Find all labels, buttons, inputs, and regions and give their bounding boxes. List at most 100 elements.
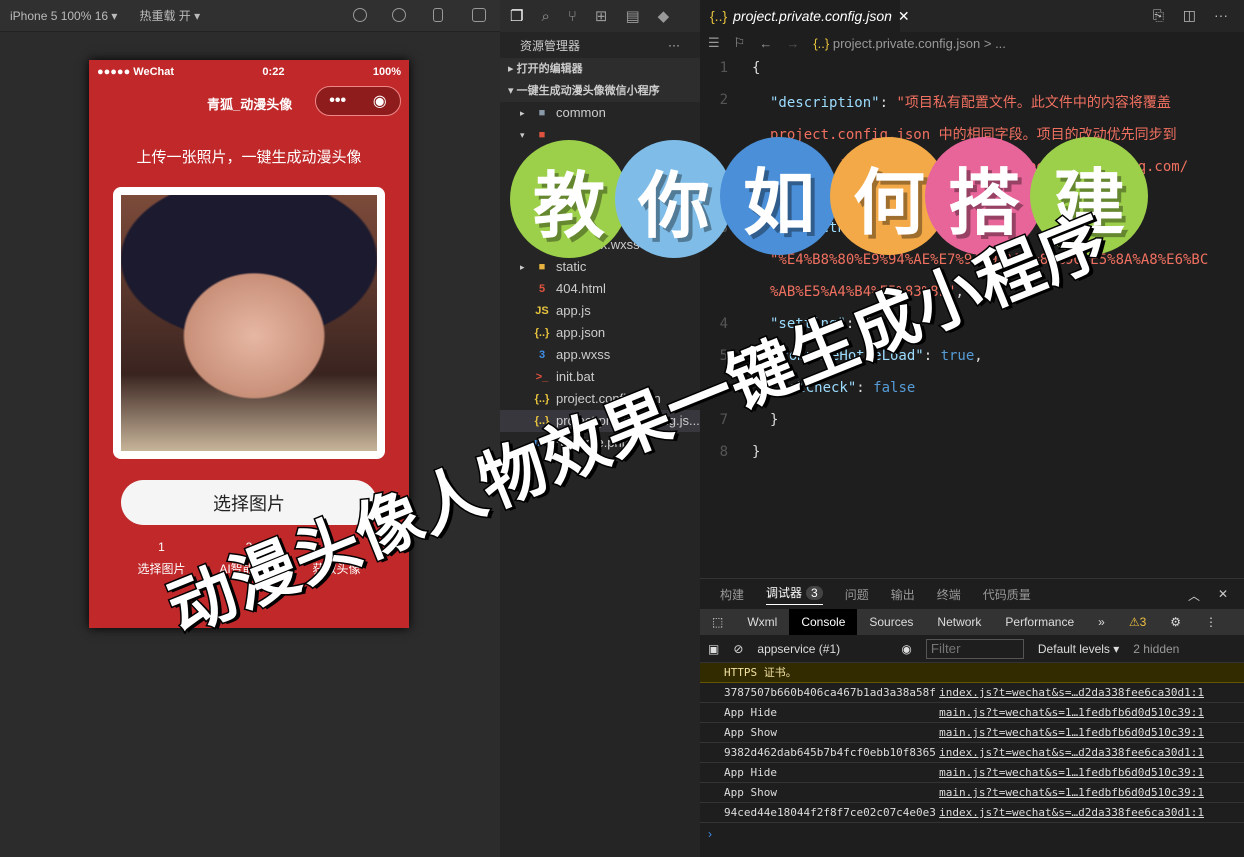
console-source-link[interactable]: index.js?t=wechat&s=…d2da338fee6ca30d1:1	[939, 683, 1204, 702]
console-row: App Hide main.js?t=wechat&s=1…1fedbfb6d0d…	[700, 703, 1244, 723]
save-icon[interactable]: ▤	[625, 7, 639, 25]
filter-input[interactable]	[925, 638, 1024, 659]
file-name: 404.html	[556, 281, 606, 296]
phone-icon[interactable]	[433, 8, 443, 22]
code-token: }	[752, 444, 761, 460]
console-source-link[interactable]: main.js?t=wechat&s=1…1fedbfb6d0d510c39:1	[939, 763, 1204, 782]
detach-window-icon[interactable]	[472, 8, 486, 22]
tab-5[interactable]: 代码质量	[983, 586, 1031, 603]
bottom-panel: 构建 调试器 3 问题 输出 终端 代码质量 ︿ ✕ ⬚ Wxml Console Sources…	[700, 578, 1244, 857]
devtools-tab[interactable]: Network	[925, 609, 993, 635]
inspect-icon[interactable]: ⬚	[700, 609, 735, 635]
code-line: }	[752, 444, 760, 460]
outline-icon[interactable]: ☰	[708, 35, 720, 51]
nav-bar: 青狐_动漫头像 ••• ◉	[89, 84, 409, 122]
warning-count[interactable]: ⚠3	[1117, 609, 1158, 635]
levels-select[interactable]: Default levels ▾	[1038, 642, 1119, 656]
project-section[interactable]: ▾ 一键生成动漫头像微信小程序	[500, 80, 700, 102]
console-source-link[interactable]: index.js?t=wechat&s=…d2da338fee6ca30d1:1	[939, 803, 1204, 822]
split-editor-icon[interactable]: ◫	[1183, 7, 1196, 24]
subtitle: 上传一张照片，一键生成动漫头像	[136, 149, 362, 166]
tab-0[interactable]: 构建	[720, 586, 744, 603]
open-changes-icon[interactable]: ⎘	[1153, 7, 1164, 24]
file-item[interactable]: ▸ ■ static	[500, 256, 700, 278]
status-bar: ●●●●● WeChat 0:22 100%	[89, 60, 409, 84]
settings-icon[interactable]: ⚙	[1158, 609, 1193, 635]
tab-3[interactable]: 输出	[891, 586, 915, 603]
console-source-link[interactable]: index.js?t=wechat&s=…d2da338fee6ca30d1:1	[939, 743, 1204, 762]
file-item[interactable]: ▸ ■ common	[500, 102, 700, 124]
devtools-tab[interactable]: Performance	[993, 609, 1086, 635]
back-icon[interactable]: ←	[759, 36, 772, 51]
git-icon[interactable]: ⑂	[568, 8, 577, 25]
issue-badge: 3	[806, 585, 823, 600]
console-source-link[interactable]: main.js?t=wechat&s=1…1fedbfb6d0d510c39:1	[939, 703, 1204, 722]
device-select[interactable]: iPhone 5 100% 16 ▾	[10, 9, 117, 23]
file-icon: >_	[535, 371, 549, 383]
file-name: app.json	[556, 325, 606, 340]
file-name: app.wxss	[556, 347, 611, 362]
bookmark-icon[interactable]: ⚐	[734, 35, 746, 51]
devtools-tab[interactable]: Wxml	[735, 609, 789, 635]
tab-1[interactable]: 调试器 3	[766, 584, 823, 605]
close-panel-icon[interactable]: ✕	[1218, 587, 1228, 601]
console-source-link[interactable]: main.js?t=wechat&s=1…1fedbfb6d0d510c39:1	[939, 783, 1204, 802]
devtools-tab[interactable]: Console	[789, 609, 858, 635]
file-icon: JS	[535, 305, 549, 317]
context-select[interactable]: appservice (#1)	[757, 642, 887, 656]
breadcrumb[interactable]: project.private.config.json > ...	[833, 36, 1006, 51]
forward-icon[interactable]: →	[786, 36, 799, 51]
refresh-icon[interactable]	[353, 8, 367, 22]
tab-label: 构建	[720, 587, 745, 602]
tab-4[interactable]: 终端	[937, 586, 961, 603]
close-mini-icon[interactable]: ◉	[373, 91, 387, 111]
tab-label: 输出	[890, 587, 915, 602]
console-row: 9382d462dab645b7b4fcf0ebb10f8365 index.js…	[700, 743, 1244, 763]
open-editors-section[interactable]: ▸ 打开的编辑器	[500, 58, 700, 80]
console-message: 9382d462dab645b7b4fcf0ebb10f8365	[724, 746, 936, 759]
collapse-icon[interactable]: ︿	[1188, 587, 1200, 604]
devtools-tab[interactable]: Sources	[857, 609, 925, 635]
hidden-count: 2 hidden	[1133, 641, 1180, 656]
console-row: 94ced44e18044f2f8f7ce02c07c4e0e3 index.js…	[700, 803, 1244, 823]
console-row: App Show main.js?t=wechat&s=1…1fedbfb6d0d…	[700, 723, 1244, 743]
code-token: "项目私有配置文件。此文件中的内容将覆盖	[896, 95, 1171, 111]
more-actions-icon[interactable]: ···	[1214, 7, 1228, 23]
search-icon[interactable]: ⌕	[541, 8, 549, 25]
capsule-menu[interactable]: ••• ◉	[315, 86, 401, 116]
more-icon[interactable]: •••	[329, 92, 346, 110]
tab-project-private-config[interactable]: {..} project.private.config.json ✕	[700, 0, 910, 32]
stop-icon[interactable]	[392, 8, 406, 22]
json-icon: {..}	[710, 8, 728, 24]
file-name: app.js	[556, 303, 591, 318]
sidebar-toggle-icon[interactable]: ▣	[708, 642, 719, 656]
files-icon[interactable]: ❐	[510, 7, 523, 25]
file-item[interactable]: JS app.js	[500, 300, 700, 322]
eye-icon[interactable]: ◉	[901, 642, 911, 656]
code-token: :	[879, 95, 897, 111]
console-prompt[interactable]: ›	[700, 823, 1244, 845]
console-row: 3787507b660b406ca467b1ad3a38a58f index.js…	[700, 683, 1244, 703]
more-button[interactable]: ···	[668, 38, 680, 52]
clear-console-icon[interactable]: ⊘	[733, 642, 743, 656]
hotreload-toggle[interactable]: 热重载 开 ▾	[139, 7, 200, 24]
simulator-panel: iPhone 5 100% 16 ▾ 热重载 开 ▾ ●●●●● WeChat …	[0, 0, 500, 857]
console-message: 3787507b660b406ca467b1ad3a38a58f	[724, 686, 936, 699]
section-label: 一键生成动漫头像微信小程序	[516, 85, 660, 97]
folder-icon: ■	[538, 261, 546, 273]
tab-label: 代码质量	[982, 587, 1031, 602]
console-source-link[interactable]: main.js?t=wechat&s=1…1fedbfb6d0d510c39:1	[939, 723, 1204, 742]
kebab-icon[interactable]: ⋮	[1193, 609, 1229, 635]
signal-text: ●●●●● WeChat	[97, 66, 175, 78]
file-icon: 5	[538, 283, 546, 295]
devtools-tab[interactable]: »	[1086, 609, 1117, 635]
file-item[interactable]: {..} app.json	[500, 322, 700, 344]
tab-label: project.private.config.json	[733, 8, 892, 24]
docker-icon[interactable]: ◆	[658, 7, 670, 25]
simulator-toolbar: iPhone 5 100% 16 ▾ 热重载 开 ▾	[0, 0, 500, 32]
tab-2[interactable]: 问题	[845, 586, 869, 603]
console-row: HTTPS 证书。	[700, 663, 1244, 683]
file-item[interactable]: 5 404.html	[500, 278, 700, 300]
extensions-icon[interactable]: ⊞	[595, 7, 608, 25]
close-icon[interactable]: ✕	[898, 8, 910, 25]
